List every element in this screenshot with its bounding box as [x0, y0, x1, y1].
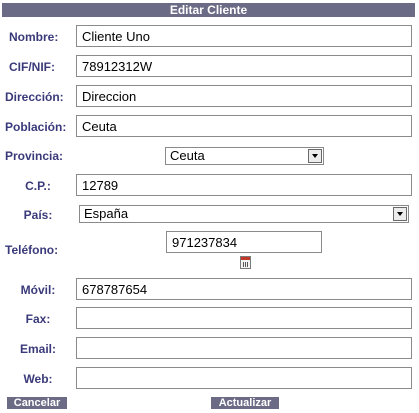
- pais-select[interactable]: España: [79, 205, 409, 223]
- cif-nif-label: CIF/NIF:: [9, 60, 55, 74]
- movil-label: Móvil:: [20, 283, 56, 297]
- web-label: Web:: [23, 372, 53, 386]
- movil-input[interactable]: [76, 278, 412, 300]
- pais-label: País:: [23, 208, 53, 222]
- chevron-down-icon[interactable]: [308, 149, 322, 163]
- direccion-input[interactable]: [76, 85, 412, 107]
- email-label: Email:: [19, 342, 56, 356]
- calendar-icon[interactable]: [240, 256, 251, 269]
- provincia-select[interactable]: Ceuta: [165, 147, 324, 165]
- provincia-label: Provincia:: [5, 149, 64, 163]
- direccion-label: Dirección:: [5, 90, 64, 104]
- email-input[interactable]: [76, 337, 412, 359]
- nombre-label: Nombre:: [9, 30, 59, 44]
- form-title: Editar Cliente: [2, 3, 415, 17]
- nombre-input[interactable]: [76, 25, 412, 47]
- update-button[interactable]: Actualizar: [211, 397, 279, 409]
- fax-input[interactable]: [76, 307, 412, 329]
- chevron-down-icon[interactable]: [393, 207, 407, 221]
- fax-label: Fax:: [25, 312, 51, 326]
- telefono-input[interactable]: [166, 231, 322, 253]
- telefono-label: Teléfono:: [5, 243, 59, 257]
- cp-label: C.P.:: [25, 179, 51, 193]
- poblacion-input[interactable]: [76, 115, 412, 137]
- cif-nif-input[interactable]: [76, 55, 412, 77]
- web-input[interactable]: [76, 367, 412, 389]
- cp-input[interactable]: [76, 174, 412, 196]
- provincia-selected-value: Ceuta: [170, 148, 205, 163]
- pais-selected-value: España: [84, 206, 129, 221]
- poblacion-label: Población:: [5, 120, 67, 134]
- cancel-button[interactable]: Cancelar: [7, 397, 67, 409]
